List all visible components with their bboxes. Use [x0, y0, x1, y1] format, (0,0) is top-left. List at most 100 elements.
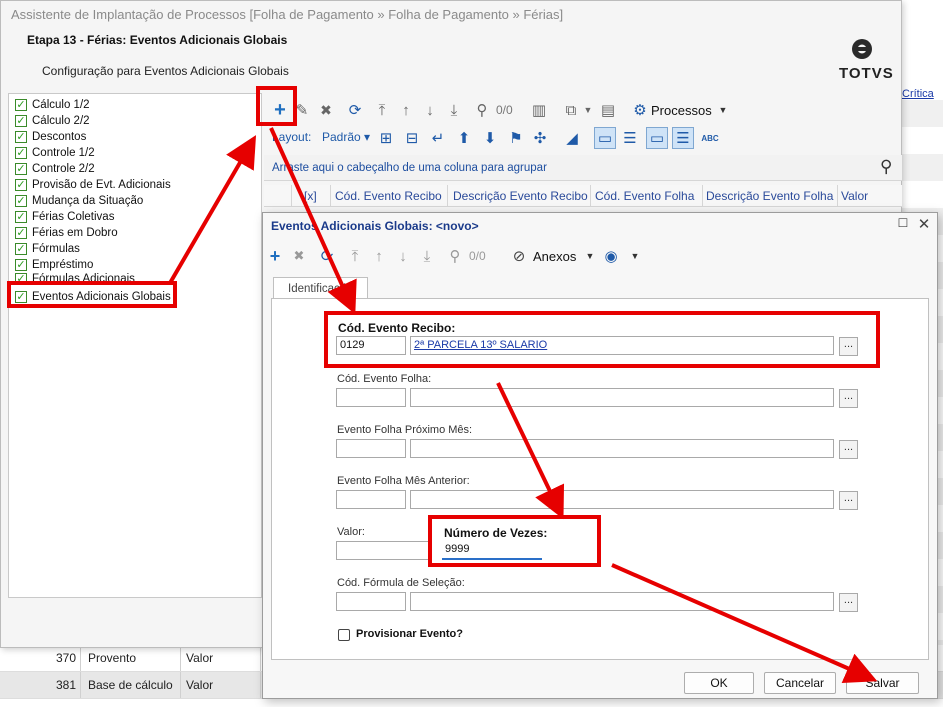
step-item[interactable]: ✓ Mudança da Situação	[15, 193, 143, 209]
step-item[interactable]: ✓ Controle 1/2	[15, 145, 95, 161]
first-record-icon[interactable]: ⤒	[345, 243, 365, 269]
valor-input[interactable]	[336, 541, 430, 560]
first-record-icon[interactable]: ⤒	[372, 97, 392, 123]
step-item[interactable]: ✓ Controle 2/2	[15, 161, 95, 177]
layout-action-icon[interactable]: ☰	[620, 127, 640, 149]
document-icon[interactable]: ▤	[598, 97, 618, 123]
previous-record-icon[interactable]: ↑	[396, 97, 416, 123]
web-icon[interactable]: ◉	[601, 243, 621, 269]
step-label: Cálculo 2/2	[32, 115, 90, 127]
check-icon: ✓	[15, 146, 27, 159]
column-header[interactable]: Cód. Evento Folha	[595, 189, 694, 203]
layout-action-icon[interactable]: ⚑	[506, 127, 526, 149]
columns-icon[interactable]: ▥	[529, 97, 549, 123]
step-item[interactable]: ✓ Fórmulas	[15, 241, 80, 257]
cod-evento-folha-description[interactable]	[410, 388, 834, 407]
column-header[interactable]: Descrição Evento Recibo	[453, 189, 588, 203]
column-headers: [x] Cód. Evento Recibo Descrição Evento …	[264, 185, 902, 207]
layout-action-icon[interactable]: ✣	[530, 127, 550, 149]
layout-action-icon[interactable]: ⬇	[480, 127, 500, 149]
row-code: 370	[56, 651, 77, 665]
search-icon[interactable]: ⚲	[880, 157, 892, 177]
cod-formula-selecao-description[interactable]	[410, 592, 834, 611]
step-item[interactable]: ✓ Cálculo 1/2	[15, 97, 90, 113]
next-record-icon[interactable]: ↓	[393, 243, 413, 269]
layout-select[interactable]: Padrão ▾	[322, 130, 370, 144]
column-header[interactable]: Valor	[841, 189, 868, 203]
chevron-down-icon[interactable]: ▼	[625, 243, 645, 269]
group-panel[interactable]: Arraste aqui o cabeçalho de uma coluna p…	[264, 155, 902, 181]
search-icon[interactable]: ⚲	[445, 243, 465, 269]
lookup-button[interactable]: ...	[839, 389, 858, 408]
layout-action-icon[interactable]: ⊞	[376, 127, 396, 149]
cancel-button[interactable]: Cancelar	[764, 672, 836, 694]
last-record-icon[interactable]: ⤓	[444, 97, 464, 123]
step-item[interactable]: ✓ Férias Coletivas	[15, 209, 114, 225]
last-record-icon[interactable]: ⤓	[417, 243, 437, 269]
layout-action-icon[interactable]: ▭	[646, 127, 668, 149]
step-item[interactable]: ✓ Férias em Dobro	[15, 225, 118, 241]
lookup-button[interactable]: ...	[839, 440, 858, 459]
evento-folha-proximo-mes-description[interactable]	[410, 439, 834, 458]
ok-button[interactable]: OK	[684, 672, 754, 694]
record-counter: 0/0	[469, 249, 486, 263]
highlight-numero-de-vezes	[428, 515, 601, 567]
layout-toolbar: Layout: Padrão ▾ ⊞ ⊟ ↵ ⬆ ⬇ ⚑ ✣ ◢ ▭ ☰ ▭ ☰…	[264, 127, 902, 149]
refresh-icon[interactable]: ⟳	[345, 97, 365, 123]
column-header[interactable]: [x]	[304, 189, 317, 203]
layout-action-icon[interactable]: ↵	[428, 127, 448, 149]
evento-folha-proximo-mes-input[interactable]	[336, 439, 406, 458]
add-icon[interactable]: +	[265, 243, 285, 269]
gear-icon[interactable]: ⚙	[630, 97, 650, 123]
save-button[interactable]: Salvar	[846, 672, 919, 694]
chevron-down-icon[interactable]: ▼	[580, 243, 600, 269]
layout-action-icon[interactable]: ⊟	[402, 127, 422, 149]
previous-record-icon[interactable]: ↑	[369, 243, 389, 269]
tab-identificacao[interactable]: Identificação	[273, 277, 368, 299]
step-item[interactable]: ✓ Cálculo 2/2	[15, 113, 90, 129]
step-title: Etapa 13 - Férias: Eventos Adicionais Gl…	[27, 33, 288, 47]
paperclip-icon[interactable]: ⊘	[509, 243, 529, 269]
next-record-icon[interactable]: ↓	[420, 97, 440, 123]
close-icon[interactable]: ✕	[916, 215, 932, 233]
step-item[interactable]: ✓ Provisão de Evt. Adicionais	[15, 177, 171, 193]
column-header[interactable]: Descrição Evento Folha	[706, 189, 833, 203]
cod-formula-selecao-input[interactable]	[336, 592, 406, 611]
cod-evento-folha-input[interactable]	[336, 388, 406, 407]
layout-action-icon[interactable]: ☰	[672, 127, 694, 149]
search-icon[interactable]: ⚲	[472, 97, 492, 123]
step-item[interactable]: ✓ Descontos	[15, 129, 86, 145]
provisionar-evento-checkbox[interactable]	[338, 629, 350, 641]
record-counter: 0/0	[496, 103, 513, 117]
maximize-icon[interactable]: ☐	[895, 216, 911, 234]
bg-critica-link[interactable]: Crítica	[902, 88, 934, 100]
step-item[interactable]: ✓ Empréstimo	[15, 257, 93, 273]
delete-icon[interactable]: ✖	[316, 97, 336, 123]
column-header[interactable]: Cód. Evento Recibo	[335, 189, 442, 203]
check-icon: ✓	[15, 162, 27, 175]
step-label: Férias Coletivas	[32, 211, 115, 223]
check-icon: ✓	[15, 178, 27, 191]
steps-tree: ✓ Cálculo 1/2 ✓ Cálculo 2/2 ✓ Descontos ✓ Co…	[8, 93, 262, 598]
layout-value: Padrão	[322, 130, 361, 144]
abc-icon[interactable]: ABC	[700, 127, 720, 149]
processos-button[interactable]: Processos	[651, 103, 712, 118]
evento-folha-mes-anterior-input[interactable]	[336, 490, 406, 509]
chart-icon[interactable]: ◢	[562, 127, 582, 149]
layout-action-icon[interactable]: ▭	[594, 127, 616, 149]
evento-folha-mes-anterior-description[interactable]	[410, 490, 834, 509]
step-label: Provisão de Evt. Adicionais	[32, 179, 171, 191]
chevron-down-icon[interactable]: ▼	[713, 97, 733, 123]
refresh-icon[interactable]: ⟳	[317, 243, 337, 269]
dialog-toolbar: + ✖ ⟳ ⤒ ↑ ↓ ⤓ ⚲ 0/0 ⊘ Anexos ▼ ◉ ▼	[263, 243, 937, 269]
layout-action-icon[interactable]: ⬆	[454, 127, 474, 149]
highlight-cod-evento-recibo	[324, 311, 880, 368]
chevron-down-icon[interactable]: ▼	[578, 97, 598, 123]
lookup-button[interactable]: ...	[839, 491, 858, 510]
anexos-button[interactable]: Anexos	[533, 249, 576, 264]
check-icon: ✓	[15, 258, 27, 271]
delete-icon[interactable]: ✖	[289, 243, 309, 269]
provisionar-evento-label: Provisionar Evento?	[356, 628, 463, 640]
browse-toolbar: + ✎ ✖ ⟳ ⤒ ↑ ↓ ⤓ ⚲ 0/0 ▥ ⧉ ▼ ▤ ⚙ Processo…	[264, 97, 902, 123]
lookup-button[interactable]: ...	[839, 593, 858, 612]
